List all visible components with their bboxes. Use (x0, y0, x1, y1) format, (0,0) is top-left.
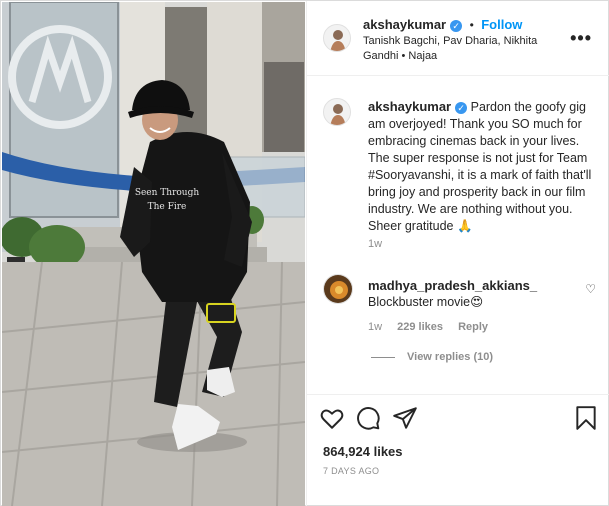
follow-button[interactable]: Follow (481, 17, 522, 32)
comment-item: madhya_pradesh_akkians_ Blockbuster movi… (368, 277, 578, 311)
share-icon[interactable] (392, 405, 418, 431)
author-avatar[interactable] (323, 24, 351, 52)
comment-reply-button[interactable]: Reply (458, 321, 488, 333)
instagram-post: Seen Through The Fire akshaykumar ✓ • Fo… (0, 0, 609, 506)
avatar-image-icon (324, 25, 350, 51)
post-header: akshaykumar ✓ • Follow Tanishk Bagchi, Pa… (307, 1, 609, 76)
more-options-icon[interactable]: ••• (570, 28, 592, 49)
comment-age[interactable]: 1w (368, 321, 382, 333)
caption-body: Pardon the goofy gig am overjoyed! Thank… (368, 100, 592, 233)
comment-text: Blockbuster movie😍 (368, 295, 484, 309)
video-frame: Seen Through The Fire (2, 2, 305, 506)
likes-count[interactable]: 864,924 likes (323, 444, 403, 459)
comment-meta: 1w 229 likes Reply (368, 321, 488, 333)
comment-like-heart-icon[interactable]: ♡ (585, 282, 596, 296)
caption-age[interactable]: 1w (368, 238, 382, 250)
post-actions: 864,924 likes 7 DAYS AGO (307, 394, 609, 506)
caption: akshaykumar ✓ Pardon the goofy gig am ove… (368, 98, 600, 235)
post-side-panel: akshaykumar ✓ • Follow Tanishk Bagchi, Pa… (306, 1, 609, 506)
comments-section: akshaykumar ✓ Pardon the goofy gig am ove… (307, 77, 609, 393)
header-title-row: akshaykumar ✓ • Follow (363, 16, 522, 34)
verified-badge-icon: ✓ (450, 20, 463, 32)
verified-badge-icon: ✓ (455, 102, 468, 114)
avatar-image-icon (324, 99, 350, 125)
view-replies-label: View replies (10) (407, 351, 494, 363)
comment-icon[interactable] (355, 405, 381, 431)
view-replies-button[interactable]: View replies (10) (371, 351, 493, 363)
comment-avatar[interactable] (323, 274, 353, 304)
save-bookmark-icon[interactable] (573, 405, 599, 431)
like-heart-icon[interactable] (319, 405, 345, 431)
caption-avatar[interactable] (323, 98, 351, 126)
hoodie-print-line1: Seen Through (135, 188, 200, 198)
header-separator: • (469, 18, 474, 32)
comment-likes[interactable]: 229 likes (397, 321, 443, 333)
replies-divider (371, 356, 395, 358)
author-username[interactable]: akshaykumar (363, 17, 446, 32)
post-video[interactable]: Seen Through The Fire (2, 2, 305, 506)
post-date[interactable]: 7 DAYS AGO (323, 466, 379, 476)
comment-author[interactable]: madhya_pradesh_akkians_ (368, 277, 578, 294)
hoodie-print-line2: The Fire (148, 202, 187, 212)
tagged-people[interactable]: Tanishk Bagchi, Pav Dharia, Nikhita Gand… (363, 34, 563, 64)
caption-author[interactable]: akshaykumar (368, 99, 451, 114)
avatar-image-icon (324, 275, 352, 303)
